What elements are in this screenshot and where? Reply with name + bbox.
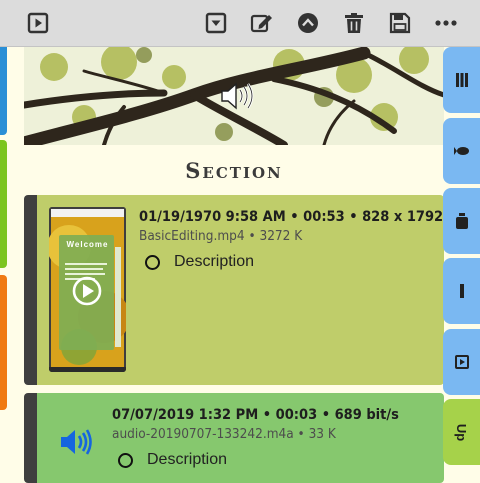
radio-icon[interactable]: [118, 452, 133, 468]
side-tab-jar[interactable]: [443, 188, 480, 254]
description-label: Description: [147, 451, 228, 468]
dropdown-box-icon[interactable]: [202, 9, 230, 37]
item-filename: audio-20190707-133242.m4a • 33 K: [112, 426, 336, 442]
left-edge-tab-orange[interactable]: [0, 275, 7, 410]
play-box-icon: [454, 355, 469, 369]
video-thumbnail[interactable]: Welcome: [49, 207, 126, 372]
item-meta: 01/19/1970 9:58 AM • 00:53 • 828 x 1792: [139, 209, 444, 225]
side-tab-fish[interactable]: [443, 118, 480, 184]
description-label: Description: [174, 253, 255, 270]
jar-icon: [455, 213, 468, 229]
radio-icon[interactable]: [145, 254, 160, 270]
trash-icon[interactable]: [340, 9, 368, 37]
edit-icon[interactable]: [248, 9, 276, 37]
side-tab-columns[interactable]: [443, 47, 480, 113]
thumbnail-caption: Welcome: [66, 240, 109, 249]
save-icon[interactable]: [386, 9, 414, 37]
banner-image[interactable]: [24, 47, 444, 145]
fish-icon: [453, 147, 469, 155]
up-label: Up: [454, 423, 469, 441]
divider-icon: [459, 284, 464, 298]
left-edge-tab-green[interactable]: [0, 140, 7, 268]
more-icon[interactable]: [432, 9, 460, 37]
columns-icon: [455, 73, 468, 87]
arrow-up-circle-icon[interactable]: [294, 9, 322, 37]
audio-speaker-icon[interactable]: [59, 427, 93, 457]
side-tab-divider[interactable]: [443, 258, 480, 324]
side-tab-up[interactable]: Up: [443, 399, 480, 465]
description-toggle[interactable]: Description: [112, 451, 399, 469]
side-tab-play[interactable]: [443, 329, 480, 395]
description-toggle[interactable]: Description: [139, 253, 443, 271]
item-filename: BasicEditing.mp4 • 3272 K: [139, 228, 303, 244]
section-title: Section: [185, 158, 283, 183]
media-item-video[interactable]: Welcome 01/19/1970 9:58 AM • 00:53 • 828…: [24, 195, 444, 385]
media-item-audio[interactable]: 07/07/2019 1:32 PM • 00:03 • 689 bit/s a…: [24, 393, 444, 483]
play-box-icon[interactable]: [24, 9, 52, 37]
toolbar: [0, 0, 480, 47]
item-meta: 07/07/2019 1:32 PM • 00:03 • 689 bit/s: [112, 407, 399, 423]
speaker-icon[interactable]: [220, 81, 254, 111]
